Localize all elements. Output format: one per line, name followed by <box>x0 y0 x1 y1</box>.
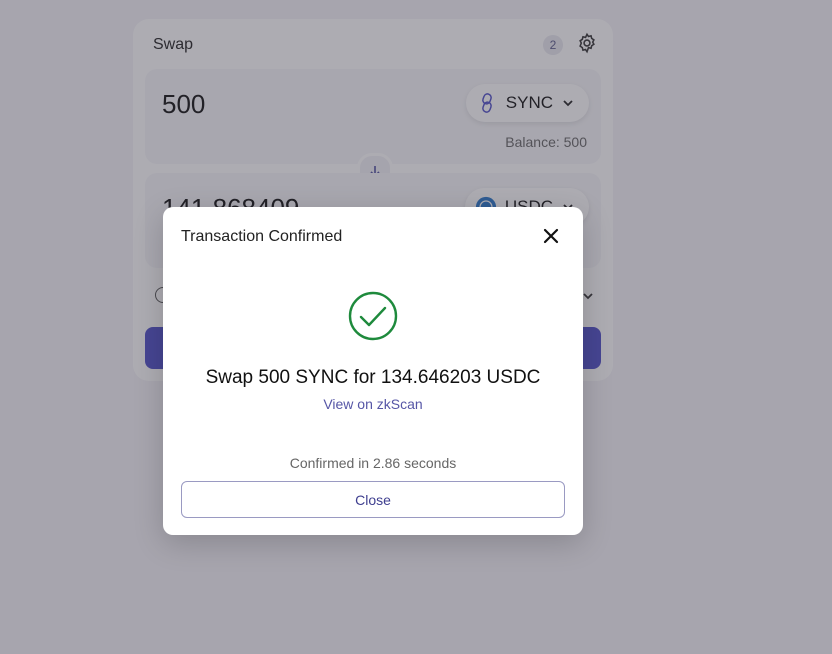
close-icon[interactable] <box>541 226 561 246</box>
view-on-zkscan-link[interactable]: View on zkScan <box>163 396 583 412</box>
transaction-confirmed-modal: Transaction Confirmed Swap 500 SYNC for … <box>163 207 583 535</box>
close-button[interactable]: Close <box>181 481 565 518</box>
modal-title: Transaction Confirmed <box>181 228 343 245</box>
check-circle-icon <box>348 291 398 341</box>
confirmation-time: Confirmed in 2.86 seconds <box>289 455 457 471</box>
swap-summary: Swap 500 SYNC for 134.646203 USDC <box>205 367 541 388</box>
